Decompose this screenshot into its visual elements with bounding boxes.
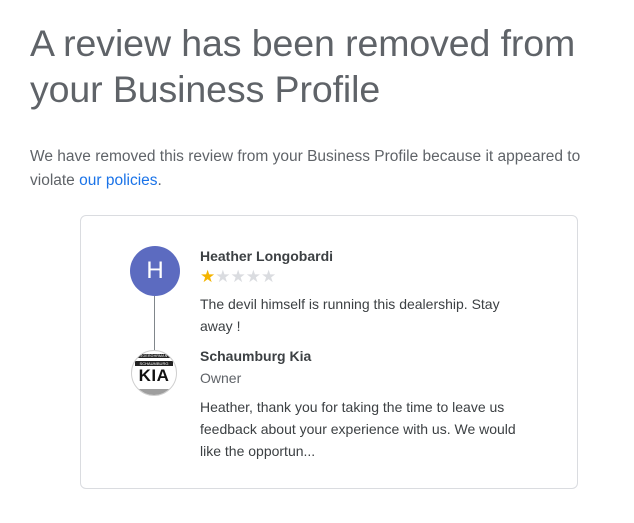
owner-name: Schaumburg Kia: [200, 348, 312, 364]
star-filled-icon: ★: [200, 267, 216, 286]
owner-role: Owner: [200, 370, 242, 386]
page-headline: A review has been removed from your Busi…: [30, 22, 576, 110]
star-empty-icon: ★: [215, 267, 231, 286]
policies-link[interactable]: our policies: [79, 172, 157, 189]
reviewer-name: Heather Longobardi: [200, 248, 334, 264]
owner-logo-avatar: JOEROHRMAN SCHAUMBURG KIA: [131, 350, 177, 396]
owner-reply-text: Heather, thank you for taking the time t…: [200, 399, 516, 459]
logo-bottom-band: [132, 389, 176, 395]
review-card: H JOEROHRMAN SCHAUMBURG KIA Heather Long…: [80, 215, 578, 489]
star-empty-icon: ★: [261, 267, 277, 286]
review-text: The devil himself is running this dealer…: [200, 296, 500, 334]
logo-top-text: JOEROHRMAN: [135, 354, 173, 358]
star-empty-icon: ★: [245, 267, 261, 286]
star-rating: ★★★★★: [200, 268, 276, 286]
logo-brand-text: KIA: [138, 366, 170, 385]
reviewer-avatar: H: [130, 246, 180, 296]
thread-connector: [154, 296, 155, 352]
notice-text-end: .: [157, 172, 162, 189]
removal-notice: We have removed this review from your Bu…: [30, 145, 620, 193]
star-empty-icon: ★: [230, 267, 246, 286]
